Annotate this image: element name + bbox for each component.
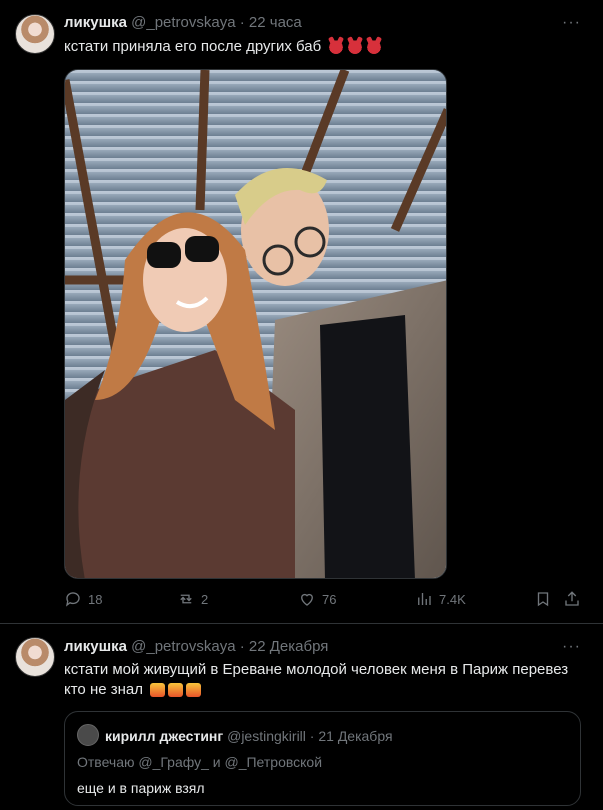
- photo-image: [65, 70, 446, 578]
- quoted-author-name[interactable]: кирилл джестинг: [105, 728, 223, 744]
- heart-icon: [301, 593, 313, 606]
- fire-emoji-icon: [150, 683, 166, 697]
- devil-emoji-icon: [328, 38, 345, 54]
- like-count: 76: [322, 591, 337, 607]
- share-button[interactable]: [563, 590, 587, 608]
- tweet-photo[interactable]: [64, 69, 447, 579]
- retweet-button[interactable]: 2: [177, 590, 208, 608]
- bookmark-icon: [537, 592, 549, 607]
- separator-dot: ·: [239, 638, 245, 655]
- reply-icon: [65, 592, 80, 607]
- tweet-text: кстати приняла его после других баб: [64, 37, 589, 57]
- tweet-text: кстати мой живущий в Ереване молодой чел…: [64, 660, 589, 700]
- tweet-header: ликушка @_petrovskaya · 22 Декабря: [64, 638, 328, 655]
- reply-button[interactable]: 18: [64, 590, 102, 608]
- separator-dot: ·: [239, 14, 245, 31]
- more-options-icon[interactable]: ···: [562, 14, 581, 32]
- tweet-actions: 18 2 76 7.4K: [64, 590, 586, 614]
- quoted-avatar[interactable]: [77, 724, 99, 746]
- retweet-count: 2: [201, 591, 209, 607]
- fire-emoji-icon: [168, 683, 184, 697]
- like-button[interactable]: 76: [298, 590, 336, 608]
- share-icon: [565, 591, 579, 606]
- avatar[interactable]: [15, 14, 55, 54]
- more-options-icon[interactable]: ···: [562, 638, 581, 656]
- reply-prefix: Отвечаю: [77, 754, 135, 770]
- tweet-header: ликушка @_petrovskaya · 22 часа: [64, 14, 302, 31]
- author-name[interactable]: ликушка: [64, 14, 127, 31]
- tweet-text-body: кстати приняла его после других баб: [64, 38, 322, 55]
- views-button[interactable]: 7.4K: [415, 590, 466, 608]
- reply-context: Отвечаю @_Графу_ и @_Петровской: [77, 754, 322, 770]
- quoted-timestamp[interactable]: 21 Декабря: [318, 728, 392, 744]
- devil-emoji-icon: [347, 38, 364, 54]
- bookmark-button[interactable]: [534, 590, 558, 608]
- timestamp[interactable]: 22 часа: [249, 14, 302, 31]
- tweet-1[interactable]: ликушка @_petrovskaya · 22 часа ··· кста…: [0, 0, 603, 624]
- author-handle[interactable]: @_petrovskaya: [131, 638, 235, 655]
- quoted-tweet[interactable]: кирилл джестинг @jestingkirill · 21 Дека…: [64, 711, 581, 806]
- retweet-icon: [180, 594, 192, 604]
- tweet-text-line-2-body: кто не знал: [64, 681, 143, 698]
- reply-conjunction: и: [212, 754, 221, 770]
- author-name[interactable]: ликушка: [64, 638, 127, 655]
- quoted-header: кирилл джестинг @jestingkirill · 21 Дека…: [105, 728, 393, 744]
- separator-dot: ·: [309, 728, 315, 744]
- fire-emoji-icon: [186, 683, 202, 697]
- views-chart-icon: [418, 593, 431, 605]
- tweet-text-line-2: кто не знал: [64, 680, 589, 700]
- reply-user-link[interactable]: @_Петровской: [225, 754, 323, 770]
- view-count: 7.4K: [439, 591, 466, 607]
- tweet-text-line-1: кстати мой живущий в Ереване молодой чел…: [64, 661, 569, 678]
- quoted-author-handle[interactable]: @jestingkirill: [227, 728, 306, 744]
- quoted-text: еще и в париж взял: [77, 780, 205, 796]
- author-handle[interactable]: @_petrovskaya: [131, 14, 235, 31]
- avatar[interactable]: [15, 637, 55, 677]
- reply-count: 18: [88, 591, 103, 607]
- reply-user-link[interactable]: @_Графу_: [138, 754, 209, 770]
- devil-emoji-icon: [366, 38, 383, 54]
- timestamp[interactable]: 22 Декабря: [249, 638, 328, 655]
